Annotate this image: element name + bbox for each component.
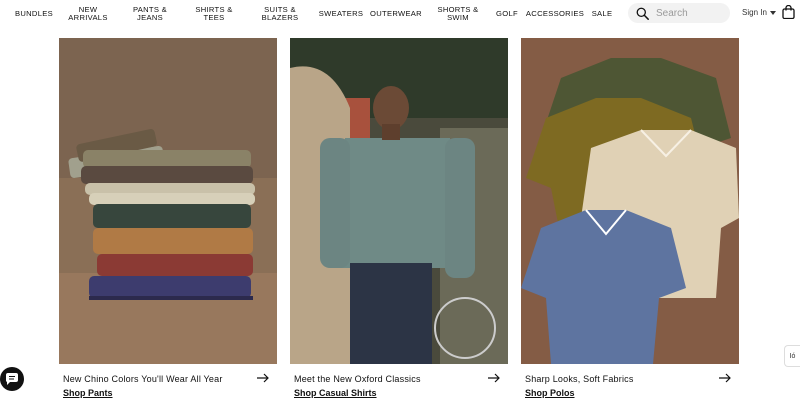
search-box[interactable]	[628, 3, 730, 23]
shop-casual-shirts-link[interactable]: Shop Casual Shirts	[294, 388, 377, 398]
arrow-right-icon[interactable]	[257, 373, 269, 383]
promo-card-polos: Sharp Looks, Soft Fabrics Shop Polos	[521, 38, 739, 398]
promo-card-pants: New Chino Colors You'll Wear All Year Sh…	[59, 38, 277, 398]
shop-pants-link[interactable]: Shop Pants	[63, 388, 113, 398]
arrow-right-icon[interactable]	[488, 373, 500, 383]
nav-item-sale[interactable]: SALE	[589, 0, 615, 28]
main-navigation: BUNDLES NEW ARRIVALS PANTS & JEANS SHIRT…	[0, 0, 800, 28]
nav-item-shorts-swim[interactable]: SHORTS & SWIM	[434, 0, 482, 28]
oxford-shirt-image[interactable]	[290, 38, 508, 364]
nav-item-sweaters[interactable]: SWEATERS	[316, 0, 366, 28]
nav-item-bundles[interactable]: BUNDLES	[8, 0, 60, 28]
accessibility-widget[interactable]: Ió	[784, 345, 800, 367]
nav-item-new-arrivals[interactable]: NEW ARRIVALS	[66, 0, 110, 28]
sign-in-menu[interactable]: Sign In	[742, 8, 776, 17]
card-caption: Sharp Looks, Soft Fabrics	[525, 374, 634, 384]
polos-image[interactable]	[521, 38, 739, 364]
nav-item-accessories[interactable]: ACCESSORIES	[526, 0, 584, 28]
chino-stack-image[interactable]	[59, 38, 277, 364]
caret-down-icon	[769, 10, 776, 15]
search-input[interactable]	[656, 7, 726, 19]
nav-item-outerwear[interactable]: OUTERWEAR	[370, 0, 422, 28]
nav-item-pants-jeans[interactable]: PANTS & JEANS	[126, 0, 174, 28]
shop-polos-link[interactable]: Shop Polos	[525, 388, 575, 398]
nav-item-shirts-tees[interactable]: SHIRTS & TEES	[190, 0, 238, 28]
nav-item-suits-blazers[interactable]: SUITS & BLAZERS	[256, 0, 304, 28]
shopping-bag-icon[interactable]	[782, 5, 795, 19]
arrow-right-icon[interactable]	[719, 373, 731, 383]
chat-button[interactable]	[0, 367, 24, 391]
card-caption: Meet the New Oxford Classics	[294, 374, 421, 384]
nav-item-golf[interactable]: GOLF	[493, 0, 521, 28]
card-caption: New Chino Colors You'll Wear All Year	[63, 374, 223, 384]
sign-in-label: Sign In	[742, 8, 767, 17]
search-icon	[636, 7, 649, 20]
promo-card-shirts: Meet the New Oxford Classics Shop Casual…	[290, 38, 508, 398]
chat-bubble-icon	[5, 373, 18, 385]
